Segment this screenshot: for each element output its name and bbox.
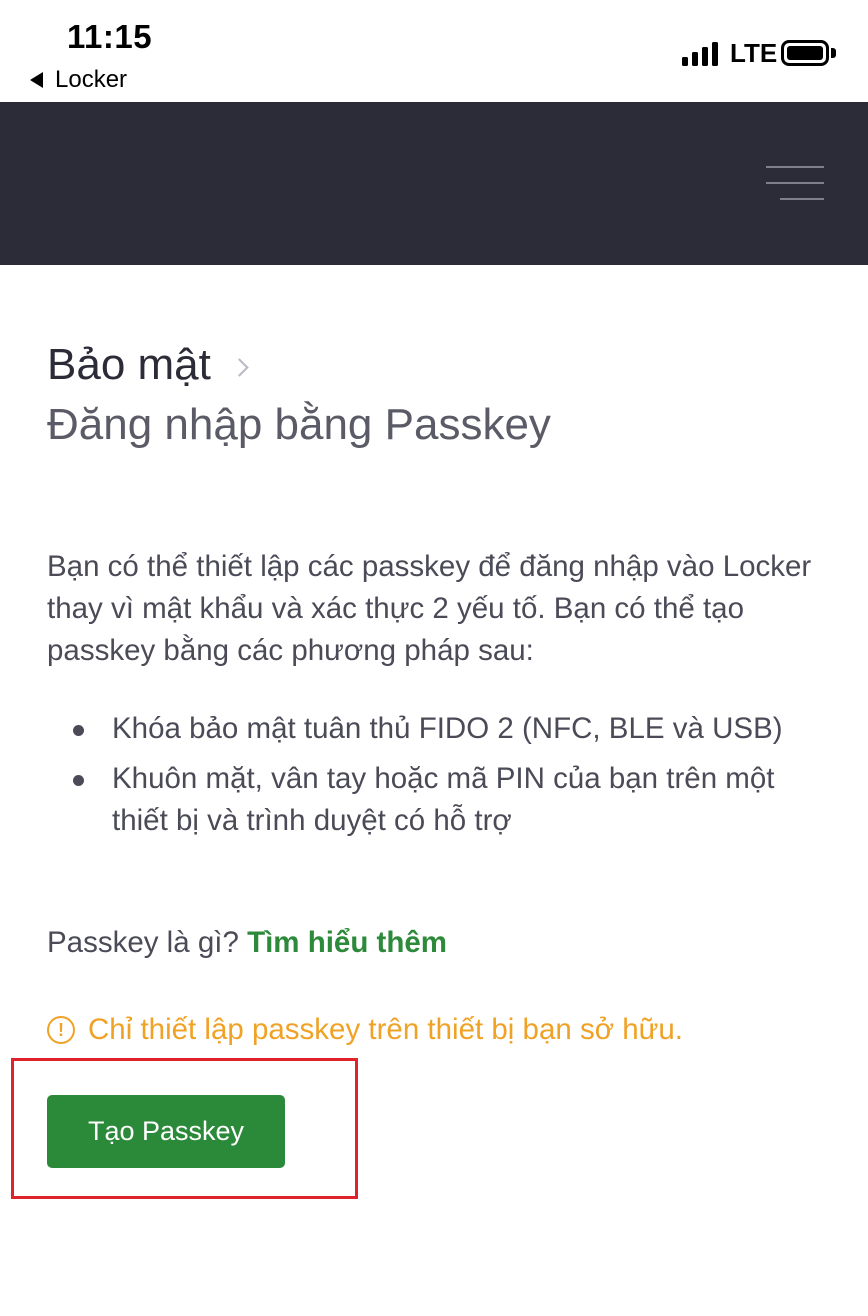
app-header <box>0 102 868 265</box>
list-item: Khóa bảo mật tuân thủ FIDO 2 (NFC, BLE v… <box>47 708 837 750</box>
intro-text: Bạn có thể thiết lập các passkey để đăng… <box>47 550 812 667</box>
list-item: Khuôn mặt, vân tay hoặc mã PIN của bạn t… <box>47 758 837 842</box>
network-type: LTE <box>730 38 778 68</box>
back-to-app-link[interactable]: Locker <box>30 66 127 94</box>
breadcrumb: Bảo mật <box>47 340 249 390</box>
bullet-icon <box>73 725 84 736</box>
method-text: Khóa bảo mật tuân thủ FIDO 2 (NFC, BLE v… <box>112 712 783 745</box>
methods-list: Khóa bảo mật tuân thủ FIDO 2 (NFC, BLE v… <box>47 708 837 850</box>
warning-message: ! Chỉ thiết lập passkey trên thiết bị bạ… <box>47 1009 683 1051</box>
battery-icon <box>781 40 829 66</box>
page-title: Đăng nhập bằng Passkey <box>47 400 551 449</box>
status-time: 11:15 <box>67 18 153 55</box>
whatis-prefix: Passkey là gì? <box>47 926 239 959</box>
learn-more-link[interactable]: Tìm hiểu thêm <box>247 926 447 959</box>
battery-tip <box>831 48 836 58</box>
back-arrow-icon <box>30 72 43 88</box>
breadcrumb-parent[interactable]: Bảo mật <box>47 340 211 390</box>
back-app-label: Locker <box>55 66 128 93</box>
warning-icon: ! <box>47 1016 75 1044</box>
bullet-icon <box>73 775 84 786</box>
chevron-right-icon <box>230 357 249 377</box>
cellular-signal-icon <box>682 40 718 66</box>
hamburger-icon[interactable] <box>766 166 824 204</box>
warning-text: Chỉ thiết lập passkey trên thiết bị bạn … <box>88 1013 683 1046</box>
whatis-line: Passkey là gì? Tìm hiểu thêm <box>47 922 447 964</box>
status-bar: 11:15 Locker LTE <box>0 0 868 102</box>
method-text: Khuôn mặt, vân tay hoặc mã PIN của bạn t… <box>112 762 775 837</box>
create-passkey-button[interactable]: Tạo Passkey <box>47 1095 285 1168</box>
